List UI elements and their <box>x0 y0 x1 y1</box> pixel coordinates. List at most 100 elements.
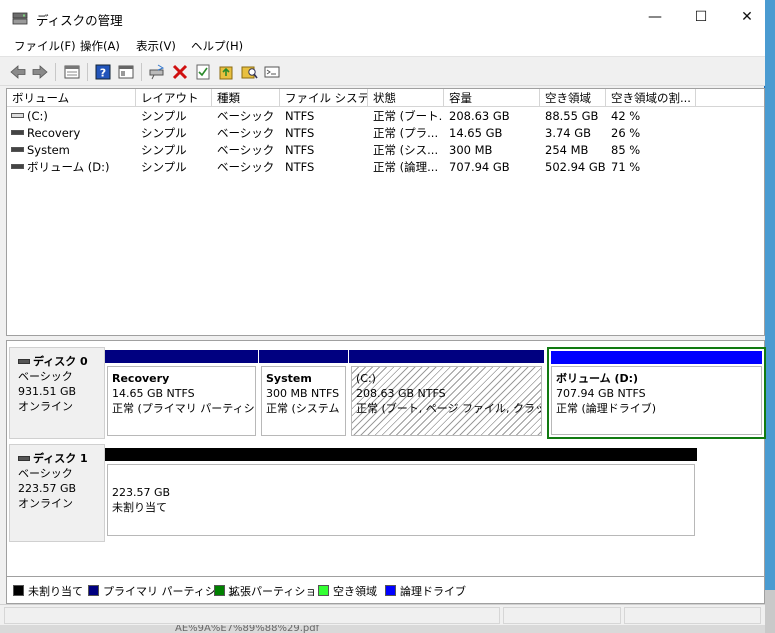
volume-filesystem: NTFS <box>285 143 315 157</box>
column-header-type[interactable]: 種類 <box>212 89 280 107</box>
volume-list-header: ボリューム レイアウト 種類 ファイル システム 状態 容量 空き領域 空き領域… <box>7 89 764 107</box>
volume-capacity: 707.94 GB <box>449 160 510 174</box>
volume-layout: シンプル <box>141 143 187 157</box>
desktop-background-strip <box>765 0 775 633</box>
volume-free-space: 88.55 GB <box>545 109 599 123</box>
volume-filesystem: NTFS <box>285 160 315 174</box>
volume-name: ボリューム (D:) <box>27 160 110 174</box>
disk-state: オンライン <box>18 497 73 510</box>
volume-name: Recovery <box>27 126 81 140</box>
volume-drive-icon <box>11 130 24 135</box>
volume-type: ベーシック <box>217 143 275 157</box>
disk-name: ディスク 0 <box>33 355 88 368</box>
disk-1-label[interactable]: ディスク 1 ベーシック 223.57 GB オンライン <box>9 444 105 542</box>
volume-row[interactable]: ボリューム (D:) シンプル ベーシック NTFS 正常 (論理... 707… <box>7 159 764 176</box>
volume-filesystem: NTFS <box>285 126 315 140</box>
menu-action[interactable]: 操作(A) <box>80 38 120 54</box>
disk-icon <box>18 455 30 461</box>
volume-row[interactable]: Recovery シンプル ベーシック NTFS 正常 (プラ... 14.65… <box>7 125 764 142</box>
volume-type: ベーシック <box>217 126 275 140</box>
partition-d-drive[interactable]: ボリューム (D:) 707.94 GB NTFS 正常 (論理ドライブ) <box>547 347 766 439</box>
disk-graphical-view: ディスク 0 ベーシック 931.51 GB オンライン Recovery 14… <box>6 340 766 577</box>
svg-text:?: ? <box>100 67 106 80</box>
menu-view[interactable]: 表示(V) <box>136 38 176 54</box>
legend-swatch-primary <box>88 585 99 596</box>
partition-name: (C:) <box>356 372 376 385</box>
legend-label: 論理ドライブ <box>400 585 466 598</box>
minimize-button[interactable]: — <box>632 0 678 34</box>
status-pane <box>503 607 621 624</box>
folder-up-icon[interactable] <box>217 63 235 81</box>
disk-name: ディスク 1 <box>33 452 88 465</box>
partition-size: 208.63 GB NTFS <box>356 387 446 400</box>
window-title: ディスクの管理 <box>36 13 123 28</box>
volume-row[interactable]: System シンプル ベーシック NTFS 正常 (シス... 300 MB … <box>7 142 764 159</box>
volume-free-percent: 42 % <box>611 109 641 123</box>
column-header-free-percent[interactable]: 空き領域の割... <box>606 89 696 107</box>
column-header-capacity[interactable]: 容量 <box>444 89 540 107</box>
partition-c-drive[interactable]: (C:) 208.63 GB NTFS 正常 (ブート, ページ ファイル, ク… <box>349 350 544 438</box>
legend-swatch-logical <box>385 585 396 596</box>
volume-type: ベーシック <box>217 160 275 174</box>
volume-free-space: 502.94 GB <box>545 160 606 174</box>
properties-icon[interactable] <box>117 63 135 81</box>
disk-size: 931.51 GB <box>18 385 77 398</box>
status-bar <box>0 604 765 625</box>
console-icon[interactable] <box>263 63 281 81</box>
column-header-filesystem[interactable]: ファイル システム <box>280 89 368 107</box>
search-folder-icon[interactable] <box>240 63 258 81</box>
volume-capacity: 208.63 GB <box>449 109 510 123</box>
close-button[interactable]: ✕ <box>724 0 770 34</box>
menu-help[interactable]: ヘルプ(H) <box>191 38 243 54</box>
partition-unallocated[interactable]: 223.57 GB 未割り当て <box>105 448 697 538</box>
partition-size: 14.65 GB NTFS <box>112 387 195 400</box>
column-header-free-space[interactable]: 空き領域 <box>540 89 606 107</box>
partition-name: ボリューム (D:) <box>556 372 639 385</box>
status-pane <box>624 607 761 624</box>
legend-label: 未割り当て <box>28 585 83 598</box>
toolbar: ? <box>0 56 765 86</box>
volume-free-space: 3.74 GB <box>545 126 592 140</box>
disk-size: 223.57 GB <box>18 482 77 495</box>
volume-layout: シンプル <box>141 160 187 174</box>
legend-label: 空き領域 <box>333 585 377 598</box>
partition-size: 223.57 GB <box>112 486 171 499</box>
volume-capacity: 14.65 GB <box>449 126 503 140</box>
partition-recovery[interactable]: Recovery 14.65 GB NTFS 正常 (プライマリ パーティション… <box>105 350 258 438</box>
partition-size: 707.94 GB NTFS <box>556 387 646 400</box>
status-pane <box>4 607 500 624</box>
volume-free-space: 254 MB <box>545 143 589 157</box>
partition-name: System <box>266 372 312 385</box>
maximize-button[interactable]: ☐ <box>678 0 724 34</box>
partition-system[interactable]: System 300 MB NTFS 正常 (システム <box>259 350 348 438</box>
column-header-layout[interactable]: レイアウト <box>136 89 212 107</box>
maximize-icon: ☐ <box>694 9 708 25</box>
background-window-strip: AE%9A%E7%89%88%29.pdf <box>0 625 765 633</box>
disk-list-icon[interactable] <box>63 63 81 81</box>
legend-swatch-extended <box>214 585 225 596</box>
back-arrow-icon[interactable] <box>9 63 27 81</box>
disk-0-label[interactable]: ディスク 0 ベーシック 931.51 GB オンライン <box>9 347 105 439</box>
volume-drive-icon <box>11 164 24 169</box>
volume-row[interactable]: (C:) シンプル ベーシック NTFS 正常 (ブート... 208.63 G… <box>7 108 764 125</box>
column-header-volume[interactable]: ボリューム <box>7 89 136 107</box>
disk-type: ベーシック <box>18 370 73 383</box>
close-icon: ✕ <box>741 9 753 25</box>
connect-drive-icon[interactable] <box>148 63 166 81</box>
background-file-name: AE%9A%E7%89%88%29.pdf <box>175 625 320 633</box>
menu-file[interactable]: ファイル(F) <box>14 38 76 54</box>
disk-management-app-icon <box>12 12 28 25</box>
volume-name: System <box>27 143 70 157</box>
volume-status: 正常 (シス... <box>373 143 439 157</box>
volume-status: 正常 (論理... <box>373 160 439 174</box>
partition-status: 正常 (プライマリ パーティション) <box>112 402 255 415</box>
check-icon[interactable] <box>194 63 212 81</box>
delete-icon[interactable] <box>171 63 189 81</box>
help-icon[interactable]: ? <box>94 63 112 81</box>
column-header-status[interactable]: 状態 <box>368 89 444 107</box>
legend-swatch-unallocated <box>13 585 24 596</box>
legend: 未割り当て プライマリ パーティション 拡張パーティション 空き領域 論理ドライ… <box>6 577 765 604</box>
partition-status: 未割り当て <box>112 501 167 514</box>
volume-list[interactable]: ボリューム レイアウト 種類 ファイル システム 状態 容量 空き領域 空き領域… <box>6 88 765 336</box>
forward-arrow-icon[interactable] <box>31 63 49 81</box>
